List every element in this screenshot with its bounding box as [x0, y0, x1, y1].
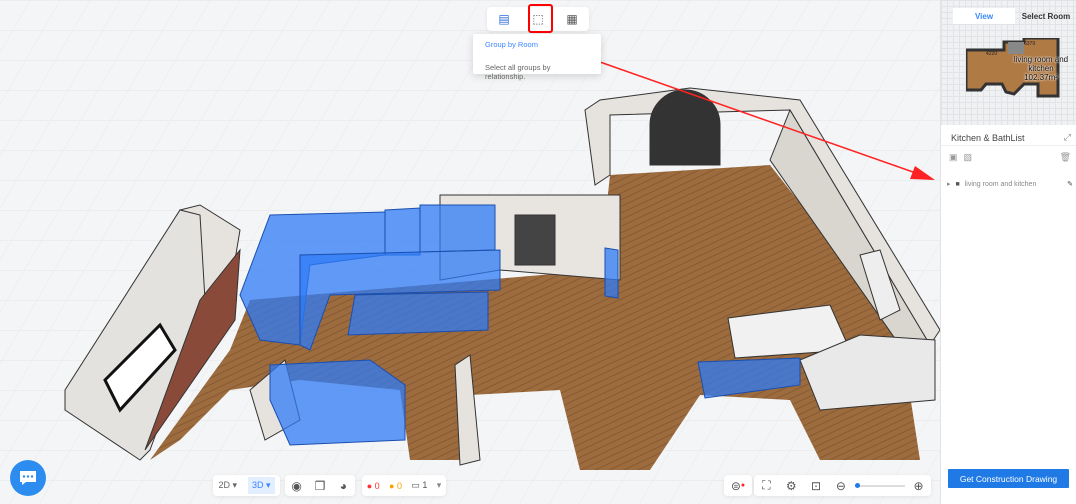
list-header: Kitchen & BathList ⤢: [941, 130, 1076, 146]
folder-icon: ■: [955, 180, 960, 188]
3d-button[interactable]: 3D ▾: [247, 477, 275, 494]
right-panel: View Select Room 6379 4220 living room a…: [940, 0, 1076, 504]
error-count: ● 0: [366, 480, 380, 491]
group-by-room-option[interactable]: Group by Room: [485, 40, 589, 49]
list-tools: ▣ ▧ 🗑: [949, 152, 1071, 166]
zoom-slider[interactable]: [854, 482, 905, 488]
3d-viewport[interactable]: [0, 0, 940, 504]
expand-arrow-icon[interactable]: ▸: [947, 180, 951, 188]
toggle-group: ⊜ ●: [724, 475, 752, 496]
trash-icon[interactable]: 🗑: [1060, 152, 1071, 166]
room-label: living room and kitchen: [1013, 55, 1069, 73]
ungroup-icon[interactable]: ▧: [964, 152, 973, 166]
group-icon[interactable]: ▣: [949, 152, 958, 166]
eye-icon[interactable]: ◉: [286, 476, 308, 496]
chat-icon: [20, 471, 36, 485]
fit-view-icon[interactable]: ⛶: [755, 476, 777, 496]
view-mode-group: 2D ▾ 3D ▾: [213, 475, 280, 496]
list-item[interactable]: ▸ ■ living room and kitchen ✎: [947, 178, 1073, 190]
tab-select-room[interactable]: Select Room: [1015, 8, 1076, 24]
toggle-settings-icon[interactable]: ⊜ ●: [727, 476, 749, 496]
zoom-in-icon[interactable]: ⊕: [908, 476, 930, 496]
highlight-box: [528, 4, 553, 33]
item-label: living room and kitchen: [964, 180, 1037, 188]
room-area: 102.37m²: [1024, 73, 1058, 82]
warning-count: ● 0: [389, 480, 402, 491]
room-label-block: living room and kitchen 102.37m²: [1011, 55, 1071, 82]
layer-count: ▭ 1: [411, 480, 428, 490]
list-icon[interactable]: ▤: [493, 9, 515, 29]
view-settings-icon[interactable]: ⚙: [780, 476, 802, 496]
tooltip-description: Select all groups by relationship.: [485, 63, 551, 81]
tab-view[interactable]: View: [953, 8, 1015, 24]
gauge-icon[interactable]: ◕: [332, 476, 354, 496]
list-title: Kitchen & BathList: [951, 132, 1025, 143]
cube-icon[interactable]: ❒: [309, 476, 331, 496]
status-group[interactable]: ● 0 ● 0 ▭ 1 ▾: [362, 475, 446, 496]
expand-icon[interactable]: ⤢: [1064, 132, 1071, 143]
get-construction-drawing-button[interactable]: Get Construction Drawing: [948, 469, 1069, 488]
chat-button[interactable]: [10, 460, 46, 496]
focus-icon[interactable]: ⊡: [805, 476, 827, 496]
dim-label: 6379: [1024, 41, 1035, 47]
display-group: ◉ ❒ ◕: [285, 475, 355, 496]
minimap[interactable]: View Select Room 6379 4220 living room a…: [941, 0, 1076, 125]
2d-button[interactable]: 2D ▾: [218, 480, 237, 491]
zoom-group: ⛶ ⚙ ⊡ ⊖ ⊕: [754, 475, 931, 496]
edit-icon[interactable]: ✎: [1067, 180, 1073, 188]
dim-label: 4220: [986, 51, 997, 57]
grid-settings-icon[interactable]: ▦: [561, 9, 583, 29]
chevron-down-icon: ▾: [436, 480, 442, 490]
zoom-out-icon[interactable]: ⊖: [830, 476, 852, 496]
tooltip: Group by Room Select all groups by relat…: [473, 34, 601, 81]
